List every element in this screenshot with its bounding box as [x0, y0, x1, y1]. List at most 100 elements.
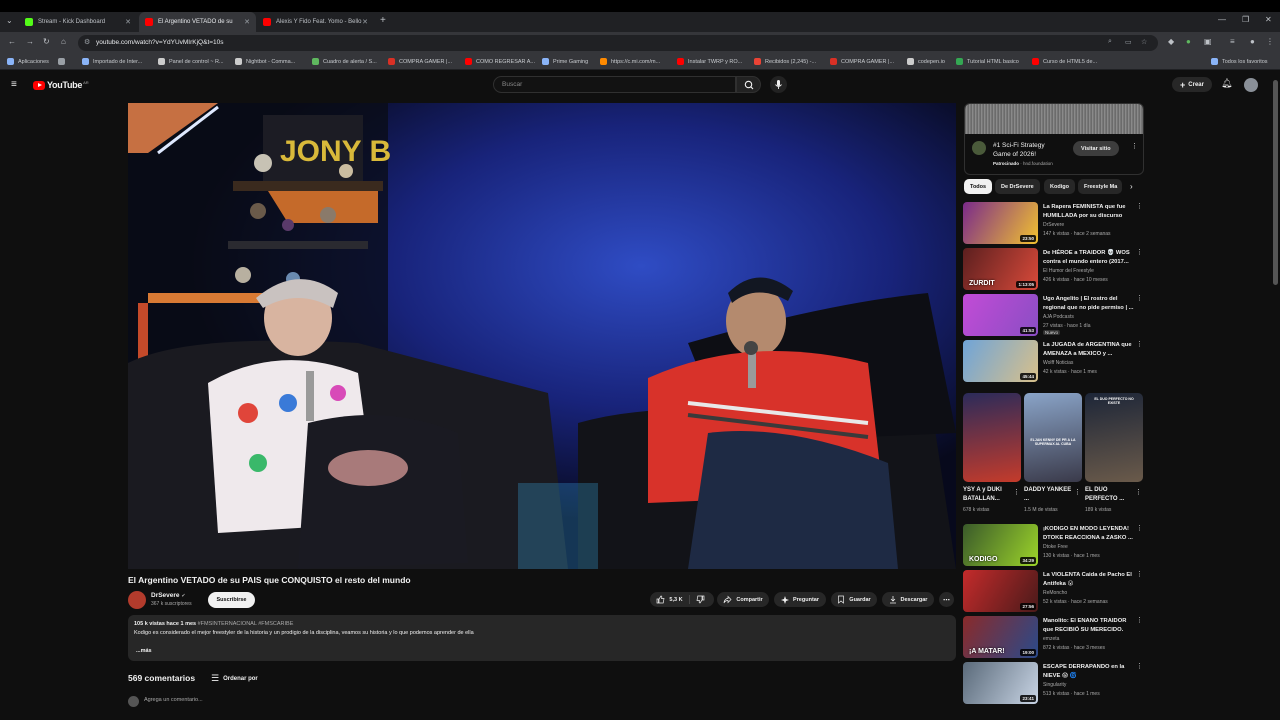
video-title[interactable]: La VIOLENTA Caida de Pacho El Antifeka 😮 — [1043, 571, 1135, 588]
bookmark-item[interactable]: Recibidos (2,245) -... — [754, 58, 816, 65]
shorts-title[interactable]: EL DUO PERFECTO ... — [1085, 486, 1133, 504]
tab-search-icon[interactable]: ⌄ — [6, 16, 13, 25]
shorts-thumbnail[interactable]: EL DUO PERFECTO NO EXISTE — [1085, 393, 1143, 482]
more-actions-button[interactable]: ⋯ — [939, 592, 954, 607]
more-vertical-icon[interactable]: ⋮ — [1136, 248, 1143, 256]
puzzle-icon[interactable]: ▣ — [1204, 37, 1212, 46]
video-title[interactable]: De HÉROE a TRAIDOR 💀 WOS contra el mundo… — [1043, 249, 1135, 266]
recommended-video[interactable]: 23:41 ESCAPE DERRAPANDO en la NIEVE 😱 🌀 Si… — [963, 662, 1143, 704]
account-avatar[interactable] — [1244, 78, 1258, 92]
hamburger-menu-icon[interactable]: ≡ — [11, 79, 17, 90]
recommended-video[interactable]: ZURDIT 1:13:05 De HÉROE a TRAIDOR 💀 WOS co… — [963, 248, 1143, 290]
description-box[interactable]: 105 k vistas hace 1 mes #FMSINTERNACIONA… — [128, 615, 956, 661]
menu-icon[interactable]: ≡ — [1230, 37, 1235, 46]
shorts-thumbnail[interactable] — [963, 393, 1021, 482]
bookmark-item[interactable]: Tutorial HTML basico — [956, 58, 1019, 65]
chip-de-drsevere[interactable]: De DrSevere — [995, 179, 1040, 194]
chip-todos[interactable]: Todos — [964, 179, 993, 194]
video-thumbnail[interactable]: 41:53 — [963, 294, 1038, 336]
comment-input[interactable]: Agrega un comentario... — [144, 697, 203, 703]
close-icon[interactable]: ✕ — [125, 18, 131, 26]
sponsored-ad[interactable]: #1 Sci-Fi Strategy Game of 2026! Patroci… — [964, 103, 1144, 175]
bookmark-item[interactable]: Panel de control ~ R... — [158, 58, 224, 65]
close-window-icon[interactable]: ✕ — [1265, 15, 1272, 24]
bookmark-item[interactable]: Cuadro de alerta / S... — [312, 58, 377, 65]
chevron-right-icon[interactable]: › — [1130, 182, 1133, 191]
channel-name[interactable]: emzeta — [1043, 636, 1059, 642]
like-button[interactable]: 5,3 K — [650, 595, 690, 604]
new-tab-icon[interactable]: + — [380, 15, 386, 26]
bookmark-item[interactable]: COMO REGRESAR A... — [465, 58, 535, 65]
url-bar[interactable]: ⚙ youtube.com/watch?v=YdYUvMIrKjQ&t=10s … — [78, 35, 1158, 51]
channel-name[interactable]: AJA Podcasts — [1043, 314, 1074, 320]
more-vertical-icon[interactable]: ⋮ — [1013, 488, 1020, 496]
channel-name[interactable]: El Humor del Freestyle — [1043, 268, 1094, 274]
notifications-bell-icon[interactable]: 🔔︎ — [1221, 78, 1232, 89]
channel-name[interactable]: Wolff Noticias — [1043, 360, 1073, 366]
show-more-link[interactable]: ...más — [136, 648, 152, 654]
shorts-thumbnail[interactable]: ELJAN KENNY DE PR A LA SUPERMAX AL CUBA — [1024, 393, 1082, 482]
more-vertical-icon[interactable]: ⋮ — [1136, 570, 1143, 578]
bookmark-item[interactable]: https://c.mi.com/m... — [600, 58, 660, 65]
more-vertical-icon[interactable]: ⋮ — [1136, 202, 1143, 210]
bookmark-apps[interactable]: Aplicaciones — [7, 58, 49, 65]
shorts-title[interactable]: YSY A y DUKI BATALLAN... — [963, 486, 1011, 504]
tab-alexis-fido[interactable]: Alexis Y Fido Feat. Yomo - Bello ✕ — [257, 12, 374, 32]
close-icon[interactable]: ✕ — [362, 18, 368, 26]
video-title[interactable]: La JUGADA de ARGENTINA que AMENAZA a MEX… — [1043, 341, 1135, 358]
video-title[interactable]: Ugo Angelito | El rostro del regional qu… — [1043, 295, 1135, 312]
recommended-video[interactable]: ¡A MATAR! 19:00 Manolito: El ENANO TRAIDOR… — [963, 616, 1143, 658]
chip-freestyle[interactable]: Freestyle Ma — [1078, 179, 1122, 194]
more-vertical-icon[interactable]: ⋮ — [1074, 488, 1081, 496]
more-vertical-icon[interactable]: ⋮ — [1136, 616, 1143, 624]
video-thumbnail[interactable]: KODIGO 34:29 — [963, 524, 1038, 566]
video-thumbnail[interactable]: 45:44 — [963, 340, 1038, 382]
bookmark-item[interactable]: COMPRA GAMER |... — [388, 58, 452, 65]
tab-youtube-video[interactable]: El Argentino VETADO de su ✕ — [139, 12, 256, 32]
extension-icon[interactable]: ● — [1186, 37, 1191, 46]
bookmark-item[interactable]: Prime Gaming — [542, 58, 588, 65]
more-vertical-icon[interactable]: ⋮ — [1136, 662, 1143, 670]
reload-icon[interactable]: ↻ — [43, 37, 50, 46]
bookmark-item[interactable]: Nightbot - Comma... — [235, 58, 295, 65]
chip-kodigo[interactable]: Kodigo — [1044, 179, 1075, 194]
video-title[interactable]: La Rapera FEMINISTA que fue HUMILLADA po… — [1043, 203, 1135, 220]
channel-name[interactable]: ReMoncho — [1043, 590, 1067, 596]
video-thumbnail[interactable]: ¡A MATAR! 19:00 — [963, 616, 1038, 658]
video-thumbnail[interactable]: 27:56 — [963, 570, 1038, 612]
home-icon[interactable]: ⌂ — [61, 37, 66, 46]
recommended-video[interactable]: 27:56 La VIOLENTA Caida de Pacho El Antif… — [963, 570, 1143, 612]
share-button[interactable]: Compartir — [717, 592, 769, 607]
back-icon[interactable]: ← — [8, 37, 16, 46]
bookmark-item[interactable]: COMPRA GAMER |... — [830, 58, 894, 65]
save-button[interactable]: Guardar — [831, 592, 877, 607]
shorts-title[interactable]: DADDY YANKEE ... — [1024, 486, 1072, 504]
bookmark-star-icon[interactable]: ☆ — [1141, 38, 1147, 46]
video-thumbnail[interactable]: ZURDIT 1:13:05 — [963, 248, 1038, 290]
more-vertical-icon[interactable]: ⋮ — [1131, 142, 1138, 150]
channel-name[interactable]: DrSevere — [1043, 222, 1064, 228]
video-title[interactable]: Manolito: El ENANO TRAIDOR que RECIBIÓ S… — [1043, 617, 1135, 634]
video-thumbnail[interactable]: 23:50 — [963, 202, 1038, 244]
recommended-video[interactable]: 41:53 Ugo Angelito | El rostro del region… — [963, 294, 1143, 336]
recommended-video[interactable]: 45:44 La JUGADA de ARGENTINA que AMENAZA … — [963, 340, 1143, 382]
more-vertical-icon[interactable]: ⋮ — [1136, 524, 1143, 532]
maximize-icon[interactable]: ❐ — [1242, 15, 1249, 24]
channel-name[interactable]: Dtoke Free — [1043, 544, 1068, 550]
video-player[interactable]: JONY B — [128, 103, 956, 569]
grid-icon[interactable] — [58, 58, 69, 65]
bookmark-all-favorites[interactable]: Todos los favoritos — [1211, 58, 1268, 65]
recommended-video[interactable]: 23:50 La Rapera FEMINISTA que fue HUMILLA… — [963, 202, 1143, 244]
bookmark-item[interactable]: Importado de Inter... — [82, 58, 142, 65]
subscribe-button[interactable]: Suscribirse — [208, 592, 255, 608]
hashtags[interactable]: #FMSINTERNACIONAL #FMSCARIBE — [198, 621, 294, 627]
close-icon[interactable]: ✕ — [244, 18, 250, 26]
more-vertical-icon[interactable]: ⋮ — [1136, 340, 1143, 348]
tab-kick-dashboard[interactable]: Stream - Kick Dashboard ✕ — [19, 12, 137, 32]
video-title[interactable]: ¡KODIGO EN MODO LEYENDA! DTOKE REACCIONA… — [1043, 525, 1135, 542]
cast-icon[interactable]: ▭ — [1125, 38, 1132, 46]
channel-name[interactable]: DrSevere ✔ — [151, 592, 186, 599]
more-vertical-icon[interactable]: ⋮ — [1136, 294, 1143, 302]
video-title[interactable]: ESCAPE DERRAPANDO en la NIEVE 😱 🌀 — [1043, 663, 1135, 680]
sort-comments-button[interactable]: ☰ Ordenar por — [211, 673, 258, 684]
